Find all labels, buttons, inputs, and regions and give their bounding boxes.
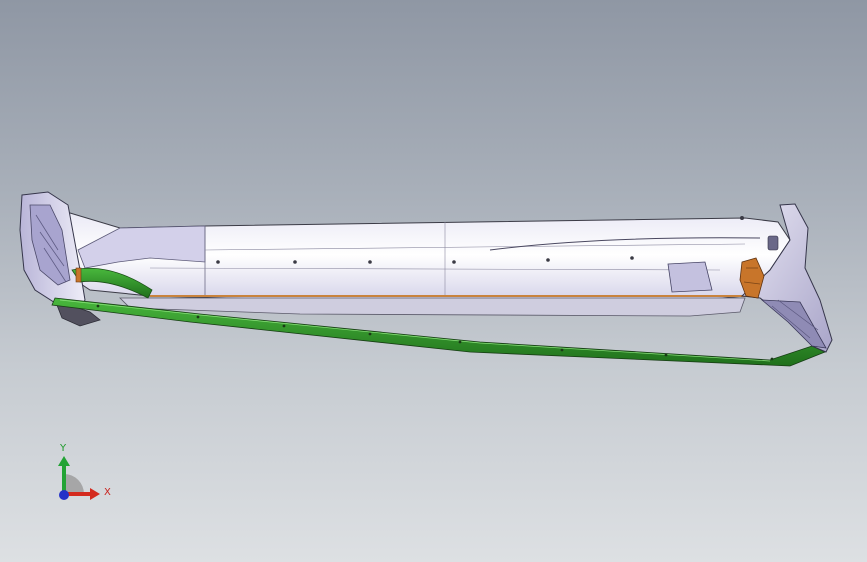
mounting-hole xyxy=(546,258,550,262)
mounting-hole xyxy=(740,216,744,220)
trim-clip xyxy=(664,353,668,357)
triad-z-axis-dot xyxy=(59,490,69,500)
trim-clip xyxy=(96,304,100,308)
view-orientation-triad[interactable] xyxy=(44,438,124,518)
bracket-pocket xyxy=(667,261,713,293)
trim-clip xyxy=(458,340,462,344)
triad-y-arrowhead xyxy=(58,456,70,466)
trim-clip xyxy=(560,348,564,352)
triad-y-label: Y xyxy=(60,443,67,454)
trim-clip xyxy=(770,357,774,361)
trim-clip xyxy=(196,315,200,319)
triad-x-label: X xyxy=(104,487,111,498)
trim-clip xyxy=(282,324,286,328)
right-cap-boss xyxy=(767,235,779,251)
sill-underside xyxy=(119,297,746,317)
orange-clip xyxy=(75,267,82,283)
triad-x-arrowhead xyxy=(90,488,100,500)
cad-model-view[interactable] xyxy=(0,0,867,562)
mounting-hole xyxy=(293,260,297,264)
mounting-hole xyxy=(368,260,372,264)
mounting-hole xyxy=(216,260,220,264)
mounting-hole xyxy=(630,256,634,260)
graphics-viewport[interactable]: Y X xyxy=(0,0,867,562)
trim-clip xyxy=(368,332,372,336)
mounting-hole xyxy=(452,260,456,264)
